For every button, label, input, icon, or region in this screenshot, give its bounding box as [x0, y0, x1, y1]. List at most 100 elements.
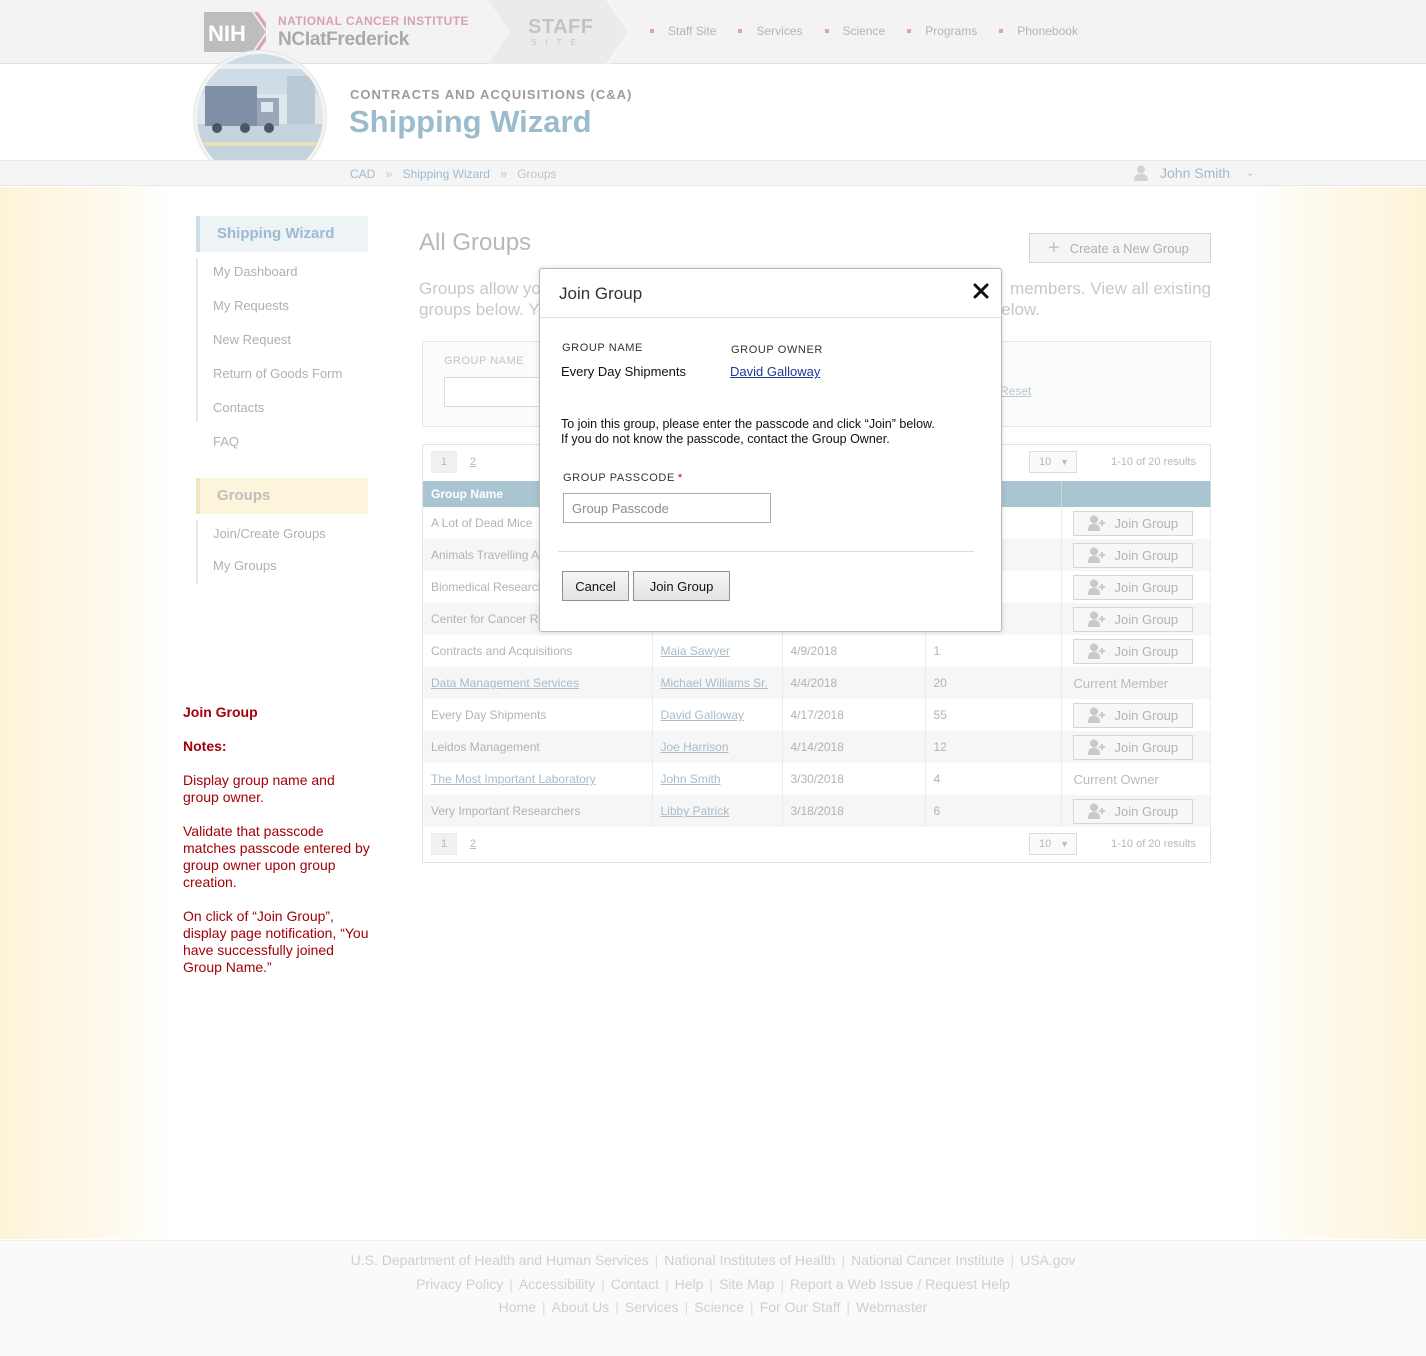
footer-link[interactable]: Home [499, 1299, 536, 1315]
reset-link[interactable]: Reset [1000, 384, 1031, 398]
intro-text-left: Groups allow yo [419, 279, 541, 298]
bullet-icon [999, 29, 1004, 33]
join-group-button[interactable]: Join Group [1072, 510, 1193, 536]
table-row: Every Day Shipments David Galloway 4/17/20… [423, 699, 1211, 731]
join-group-button[interactable]: Join Group [1072, 574, 1193, 600]
table-row: Contracts and Acquisitions Maia Sawyer 4/9… [423, 635, 1211, 667]
per-page-select[interactable]: 10 ▼ [1029, 833, 1077, 855]
sidebar-item-faq[interactable]: FAQ [198, 428, 342, 462]
top-nav-science[interactable]: Science [824, 24, 885, 38]
nih-logo[interactable]: NIH [204, 12, 266, 52]
chevron-down-icon: ⌄ [1246, 167, 1255, 179]
page-link-2[interactable]: 2 [460, 833, 486, 855]
owner-link[interactable]: John Smith [661, 772, 721, 786]
footer-links-row: Privacy Policy | Accessibility | Contact | Hel… [0, 1276, 1426, 1292]
footer-link[interactable]: U.S. Department of Health and Human Serv… [351, 1252, 649, 1268]
group-name-cell: Very Important Researchers [423, 795, 653, 827]
group-name-label: GROUP NAME [562, 342, 643, 354]
top-nav-programs[interactable]: Programs [907, 24, 977, 38]
footer-link[interactable]: Help [675, 1276, 704, 1292]
page-link-1[interactable]: 1 [431, 451, 457, 473]
footer-separator: | [664, 1276, 669, 1292]
top-nav-staff-site[interactable]: Staff Site [650, 24, 716, 38]
cancel-button[interactable]: Cancel [562, 571, 629, 601]
passcode-input[interactable] [563, 493, 771, 523]
footer-link[interactable]: National Institutes of Health [664, 1252, 835, 1268]
pagination-top: 1 2 [431, 451, 486, 473]
join-instructions-line: If you do not know the passcode, contact… [561, 432, 890, 446]
sidebar-item-my-requests[interactable]: My Requests [198, 292, 342, 326]
filter-group-name-input[interactable] [444, 377, 554, 407]
action-cell: Join Group [1061, 507, 1211, 539]
close-icon[interactable] [971, 281, 991, 301]
sidebar-item-contacts[interactable]: Contacts [198, 394, 342, 428]
sidebar-item-join-create-groups[interactable]: Join/Create Groups [198, 520, 326, 552]
group-name-link[interactable]: The Most Important Laboratory [431, 772, 596, 786]
join-group-button[interactable]: Join Group [1072, 606, 1193, 632]
join-instructions-line: To join this group, please enter the pas… [561, 417, 935, 431]
footer-link[interactable]: Contact [611, 1276, 659, 1292]
per-page-select[interactable]: 10 ▼ [1029, 451, 1077, 473]
action-cell: Current Owner [1061, 763, 1211, 795]
design-notes: Join Group Notes: Display group name and… [183, 704, 373, 976]
footer-link[interactable]: Webmaster [856, 1299, 927, 1315]
owner-link[interactable]: Joe Harrison [661, 740, 729, 754]
user-menu[interactable]: John Smith ⌄ [1134, 165, 1254, 181]
sidebar-item-return-of-goods[interactable]: Return of Goods Form [198, 360, 342, 394]
join-group-label: Join Group [1114, 739, 1179, 755]
owner-link[interactable]: Libby Patrick [661, 804, 730, 818]
app-title: Shipping Wizard [349, 104, 592, 139]
group-name-link[interactable]: Data Management Services [431, 676, 579, 690]
created-date-cell: 3/18/2018 [782, 795, 926, 827]
create-group-button[interactable]: + Create a New Group [1029, 233, 1211, 263]
join-group-button[interactable]: Join Group [1072, 542, 1193, 568]
sidebar-item-new-request[interactable]: New Request [198, 326, 342, 360]
nci-logo[interactable]: NATIONAL CANCER INSTITUTE NCIatFrederick [278, 14, 469, 51]
caret-down-icon: ▼ [1060, 839, 1069, 849]
owner-link[interactable]: Michael Williams Sr. [661, 676, 768, 690]
join-group-button[interactable]: Join Group [1072, 798, 1193, 824]
action-cell: Join Group [1061, 571, 1211, 603]
top-nav-phonebook[interactable]: Phonebook [999, 24, 1078, 38]
footer-link[interactable]: National Cancer Institute [851, 1252, 1004, 1268]
owner-link[interactable]: Maia Sawyer [661, 644, 730, 658]
action-cell: Join Group [1061, 603, 1211, 635]
member-count-cell: 55 [925, 699, 1062, 731]
footer-separator: | [841, 1252, 846, 1268]
footer-link[interactable]: Site Map [719, 1276, 774, 1292]
top-nav-label: Programs [925, 24, 978, 38]
footer-separator: | [601, 1276, 605, 1292]
bullet-icon [650, 29, 654, 33]
join-group-submit-button[interactable]: Join Group [633, 571, 730, 601]
footer-link[interactable]: For Our Staff [760, 1299, 841, 1315]
sidebar-item-my-dashboard[interactable]: My Dashboard [198, 258, 342, 292]
footer-link[interactable]: About Us [552, 1299, 610, 1315]
sidebar-item-my-groups[interactable]: My Groups [198, 552, 326, 584]
breadcrumb-item-shipping-wizard[interactable]: Shipping Wizard [403, 167, 490, 181]
notes-paragraph: On click of “Join Group”, display page n… [183, 908, 369, 975]
footer-link[interactable]: Report a Web Issue / Request Help [790, 1276, 1010, 1292]
footer-link[interactable]: USA.gov [1020, 1252, 1075, 1268]
join-group-button[interactable]: Join Group [1072, 702, 1193, 728]
add-user-icon [1087, 611, 1105, 627]
sidebar-heading-shipping-wizard[interactable]: Shipping Wizard [196, 216, 368, 252]
add-user-icon [1087, 803, 1105, 819]
join-group-button[interactable]: Join Group [1072, 638, 1193, 664]
notes-label: Notes: [183, 738, 227, 754]
group-owner-link[interactable]: David Galloway [730, 364, 820, 379]
staff-site-title[interactable]: STAFF [528, 16, 593, 39]
join-group-button[interactable]: Join Group [1072, 734, 1193, 760]
sidebar-heading-groups[interactable]: Groups [196, 478, 368, 514]
page-link-2[interactable]: 2 [460, 451, 486, 473]
footer-link[interactable]: Services [625, 1299, 679, 1315]
footer-link[interactable]: Science [694, 1299, 744, 1315]
group-owner-label: GROUP OWNER [731, 344, 823, 356]
top-nav-services[interactable]: Services [738, 24, 803, 38]
table-row: Very Important Researchers Libby Patrick 3… [423, 795, 1211, 827]
breadcrumb-item-cad[interactable]: CAD [350, 167, 375, 181]
footer-link[interactable]: Accessibility [519, 1276, 595, 1292]
page-link-1[interactable]: 1 [431, 833, 457, 855]
owner-link[interactable]: David Galloway [661, 708, 744, 722]
page-title: All Groups [419, 229, 532, 256]
footer-link[interactable]: Privacy Policy [416, 1276, 503, 1292]
